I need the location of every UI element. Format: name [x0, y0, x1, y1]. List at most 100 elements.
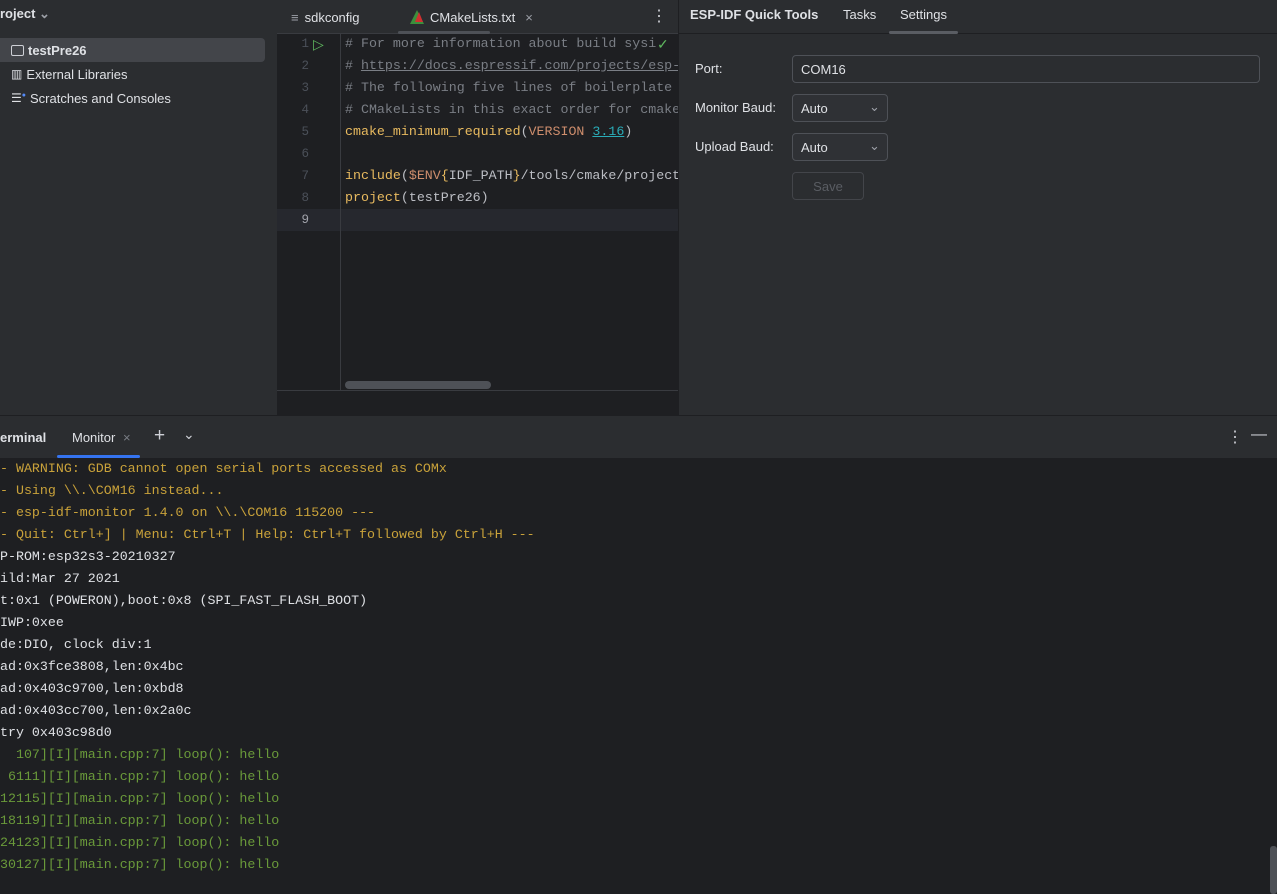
code-token: include	[345, 168, 401, 183]
tree-item-scratches[interactable]: ☰● Scratches and Consoles	[0, 86, 265, 110]
upload-baud-value: Auto	[801, 139, 828, 155]
terminal-line: try 0x403c98d0	[0, 725, 112, 740]
minimize-icon[interactable]: —	[1251, 426, 1267, 444]
terminal-output[interactable]: - WARNING: GDB cannot open serial ports …	[0, 458, 1277, 894]
project-panel: roject ⌄ testPre26 ▥ External Libraries ☰…	[0, 0, 277, 415]
scratches-icon: ☰●	[11, 91, 26, 105]
chevron-down-icon: ⌄	[39, 6, 50, 21]
code-token: (	[520, 124, 529, 139]
run-icon[interactable]: ▷	[313, 36, 324, 53]
tree-item-external-libraries[interactable]: ▥ External Libraries	[0, 62, 265, 86]
code-token: }	[512, 168, 521, 183]
tab-sdkconfig[interactable]: ≡ sdkconfig	[291, 0, 360, 34]
port-input[interactable]: COM16	[792, 55, 1260, 83]
code-token: (testPre26)	[400, 190, 489, 205]
tree-item-label: testPre26	[28, 42, 87, 58]
code-token: (	[400, 168, 409, 183]
folder-icon	[11, 44, 24, 56]
code-line: project(testPre26)	[345, 190, 489, 205]
port-value: COM16	[801, 61, 846, 77]
terminal-title: erminal	[0, 430, 47, 445]
terminal-line: 107][I][main.cpp:7] loop(): hello	[0, 747, 280, 762]
code-token: #	[345, 58, 361, 73]
tree-item-label: External Libraries	[26, 66, 128, 82]
terminal-scrollbar[interactable]	[1270, 846, 1277, 894]
code-line: # For more information about build sysi	[345, 36, 656, 51]
project-title: roject	[0, 6, 36, 21]
monitor-baud-select[interactable]: Auto ⌄	[792, 94, 888, 122]
tools-header: ESP-IDF Quick Tools Tasks Settings	[679, 0, 1277, 34]
tab-label: sdkconfig	[304, 9, 360, 25]
port-label: Port:	[695, 61, 723, 76]
code-token: # The following five lines of boilerplat…	[345, 80, 673, 95]
terminal-line: 24123][I][main.cpp:7] loop(): hello	[0, 835, 280, 850]
tab-monitor[interactable]: Monitor ×	[72, 430, 131, 445]
tab-label: CMakeLists.txt	[430, 9, 516, 25]
chevron-down-icon[interactable]: ⌄	[183, 426, 195, 443]
terminal-line: de:DIO, clock div:1	[0, 637, 152, 652]
tab-cmakelists[interactable]: CMakeLists.txt ×	[410, 0, 533, 34]
code-token: VERSION	[528, 124, 593, 139]
terminal-line: - WARNING: GDB cannot open serial ports …	[0, 461, 447, 476]
editor-status-strip	[277, 390, 678, 415]
code-line: # The following five lines of boilerplat…	[345, 80, 672, 95]
monitor-baud-value: Auto	[801, 100, 828, 116]
terminal-line: P-ROM:esp32s3-20210327	[0, 549, 176, 564]
terminal-line: - esp-idf-monitor 1.4.0 on \\.\COM16 115…	[0, 505, 376, 520]
monitor-baud-label: Monitor Baud:	[695, 100, 776, 115]
chevron-down-icon: ⌄	[869, 138, 880, 153]
terminal-line: - Quit: Ctrl+] | Menu: Ctrl+T | Help: Ct…	[0, 527, 535, 542]
more-options-icon[interactable]: ⋮	[1227, 427, 1243, 447]
check-icon: ✓	[657, 36, 669, 52]
code-token: # CMakeLists in this exact order for cma…	[345, 102, 678, 117]
code-token: 3.16	[592, 124, 625, 139]
esp-idf-tools-panel: ESP-IDF Quick Tools Tasks Settings Port:…	[678, 0, 1277, 415]
tab-label: Monitor	[72, 430, 116, 445]
terminal-line: - Using \\.\COM16 instead...	[0, 483, 224, 498]
terminal-header: erminal Monitor × + ⌄ ⋮ —	[0, 415, 1277, 458]
close-icon[interactable]: ×	[123, 430, 131, 445]
tree-item-label: Scratches and Consoles	[30, 90, 171, 106]
plus-icon[interactable]: +	[154, 425, 165, 447]
terminal-line: IWP:0xee	[0, 615, 64, 630]
code-token: )	[624, 124, 633, 139]
save-label: Save	[813, 178, 843, 194]
terminal-line: 30127][I][main.cpp:7] loop(): hello	[0, 857, 280, 872]
code-token: cmake_minimum_required	[345, 124, 521, 139]
tab-settings[interactable]: Settings	[900, 7, 947, 22]
code-line: cmake_minimum_required(VERSION 3.16)	[345, 124, 632, 139]
code-token: project	[345, 190, 401, 205]
editor-tabs: ≡ sdkconfig CMakeLists.txt × ⋮	[277, 0, 678, 34]
terminal-line: ild:Mar 27 2021	[0, 571, 120, 586]
close-icon[interactable]: ×	[525, 10, 533, 25]
more-options-icon[interactable]: ⋮	[651, 6, 667, 26]
upload-baud-label: Upload Baud:	[695, 139, 774, 154]
tab-tasks[interactable]: Tasks	[843, 7, 876, 22]
cmake-icon	[410, 10, 424, 24]
code-line: # CMakeLists in this exact order for cma…	[345, 102, 678, 117]
code-token: IDF_PATH	[448, 168, 513, 183]
save-button[interactable]: Save	[792, 172, 864, 200]
code-token: /tools/cmake/project	[520, 168, 678, 183]
terminal-line: ad:0x403cc700,len:0x2a0c	[0, 703, 192, 718]
code-line: # https://docs.espressif.com/projects/es…	[345, 58, 678, 73]
text-file-icon: ≡	[291, 9, 299, 25]
terminal-line: 12115][I][main.cpp:7] loop(): hello	[0, 791, 280, 806]
terminal-line: 18119][I][main.cpp:7] loop(): hello	[0, 813, 280, 828]
code-line: include($ENV{IDF_PATH}/tools/cmake/proje…	[345, 168, 678, 183]
project-view-selector[interactable]: roject ⌄	[0, 6, 50, 22]
upload-baud-select[interactable]: Auto ⌄	[792, 133, 888, 161]
tree-item-testpre26[interactable]: testPre26	[0, 38, 265, 62]
terminal-line: t:0x1 (POWERON),boot:0x8 (SPI_FAST_FLASH…	[0, 593, 368, 608]
active-tab-indicator	[889, 31, 958, 34]
code-editor[interactable]: ≡ sdkconfig CMakeLists.txt × ⋮ 123456789 #…	[277, 0, 678, 415]
horizontal-scrollbar[interactable]	[345, 381, 491, 389]
terminal-line: 6111][I][main.cpp:7] loop(): hello	[0, 769, 280, 784]
code-token: $ENV	[408, 168, 441, 183]
terminal-line: ad:0x3fce3808,len:0x4bc	[0, 659, 184, 674]
terminal-line: ad:0x403c9700,len:0xbd8	[0, 681, 184, 696]
code-token: # For more information about build sysi	[345, 36, 657, 51]
library-icon: ▥	[11, 67, 23, 81]
code-area[interactable]: # For more information about build sysi #…	[277, 34, 678, 390]
code-token: https://docs.espressif.com/projects/esp-	[360, 58, 678, 73]
